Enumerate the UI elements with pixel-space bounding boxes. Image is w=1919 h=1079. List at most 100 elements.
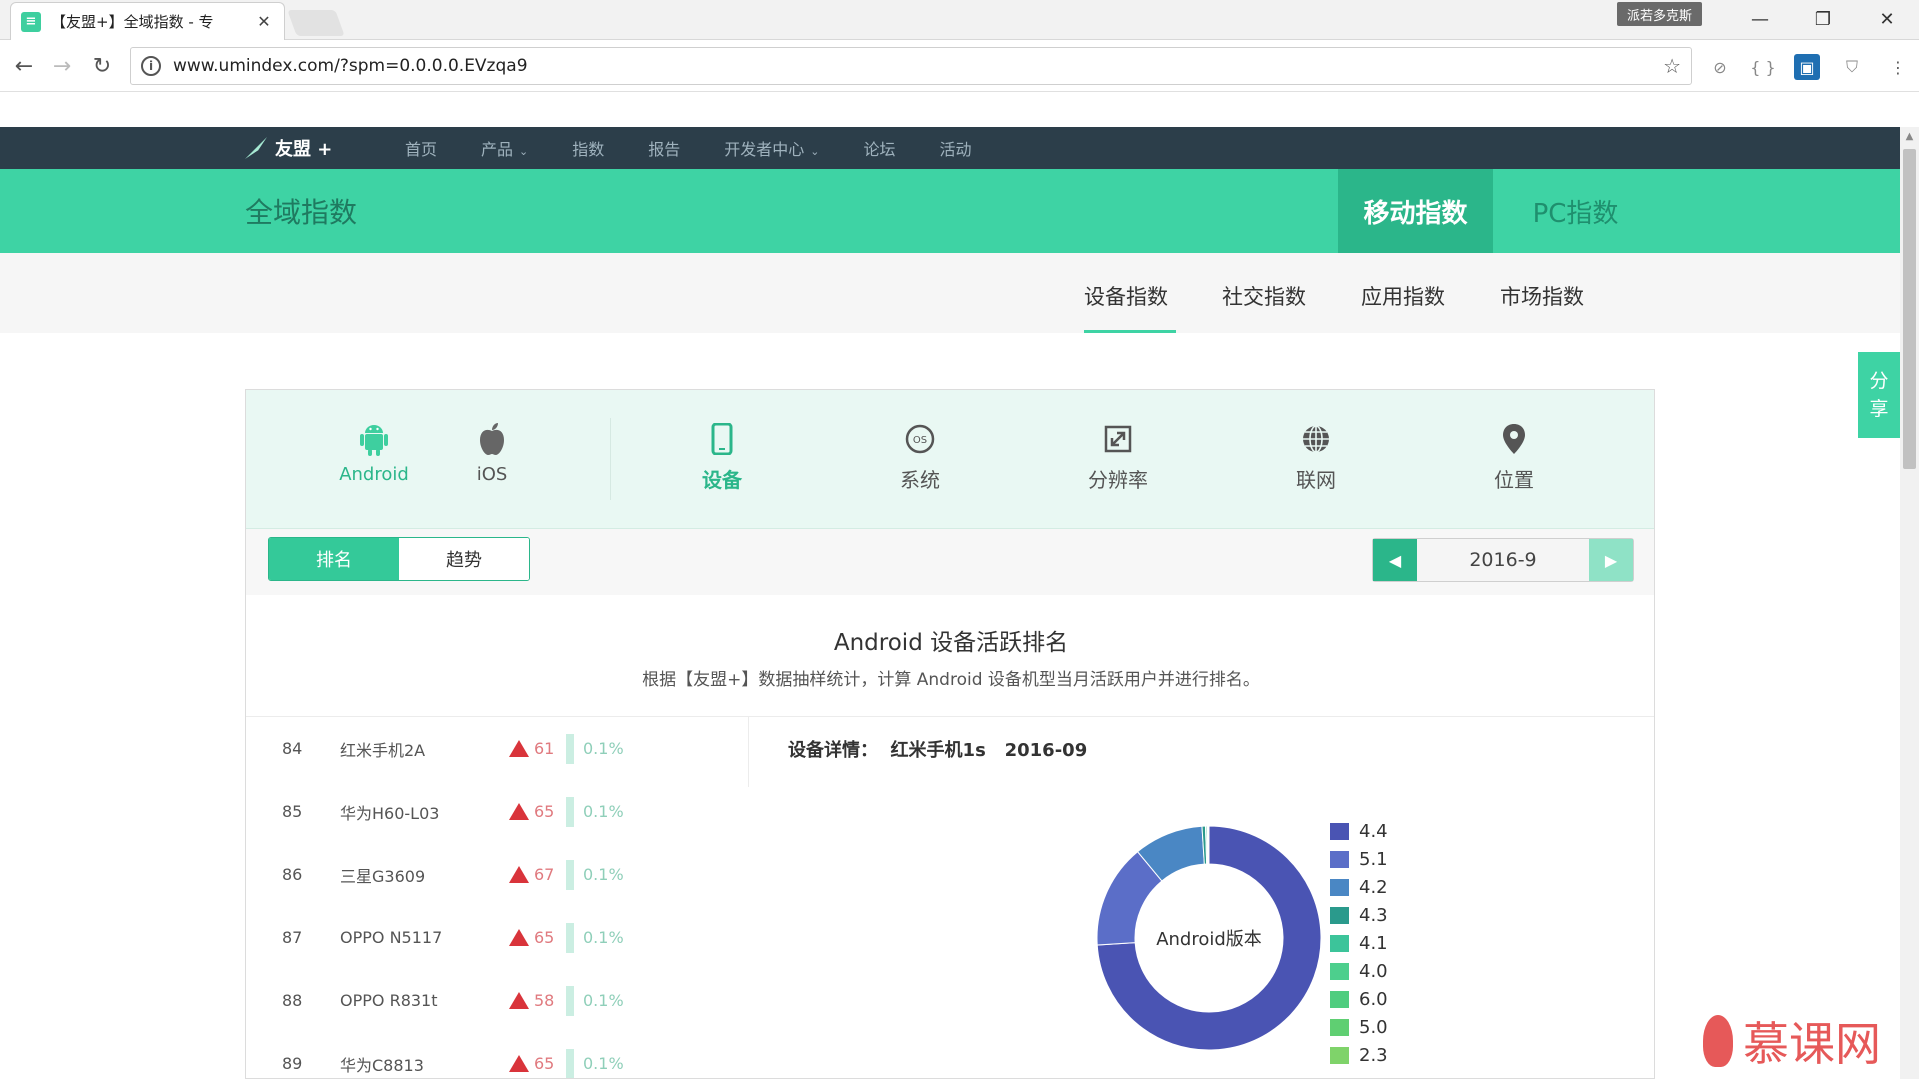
address-bar[interactable]: i www.umindex.com/?spm=0.0.0.0.EVzqa9 ☆ bbox=[130, 47, 1692, 85]
page-top-gap bbox=[0, 92, 1919, 128]
table-row[interactable]: 89 华为C8813 65 0.1% bbox=[246, 1032, 746, 1078]
nav-item-home[interactable]: 首页 bbox=[405, 136, 437, 160]
platform-android[interactable]: Android bbox=[334, 420, 414, 485]
month-value[interactable]: 2016-9 bbox=[1417, 539, 1589, 581]
legend-item[interactable]: 4.1 bbox=[1330, 929, 1388, 957]
url-text: www.umindex.com/?spm=0.0.0.0.EVzqa9 bbox=[173, 56, 528, 76]
legend-item[interactable]: 4.4 bbox=[1330, 817, 1388, 845]
rank-change: 58 bbox=[534, 991, 555, 1010]
favicon-icon: ≡ bbox=[21, 11, 41, 32]
ranking-description: 根据【友盟+】数据抽样统计，计算 Android 设备机型当月活跃用户并进行排名… bbox=[642, 670, 1260, 690]
nav-item-developer[interactable]: 开发者中心 ⌄ bbox=[724, 136, 819, 160]
rank-up-icon bbox=[509, 740, 529, 757]
trend-button[interactable]: 趋势 bbox=[399, 538, 529, 580]
bookmark-star-icon[interactable]: ☆ bbox=[1663, 54, 1681, 78]
device-name: OPPO R831t bbox=[340, 991, 438, 1010]
browser-tabbar: ≡ 【友盟+】全域指数 - 专 ✕ 派若多克斯 — ❐ ✕ bbox=[0, 0, 1919, 40]
extension-2-icon[interactable]: ▣ bbox=[1794, 54, 1820, 80]
rank-number: 84 bbox=[282, 739, 303, 758]
resize-icon bbox=[1063, 420, 1173, 458]
table-row[interactable]: 87 OPPO N5117 65 0.1% bbox=[246, 906, 746, 969]
logo-text: 友盟 + bbox=[275, 139, 333, 160]
nav-item-index[interactable]: 指数 bbox=[572, 136, 604, 160]
restore-icon[interactable]: ❐ bbox=[1800, 4, 1846, 34]
legend-item[interactable]: 4.0 bbox=[1330, 957, 1388, 985]
platform-ios[interactable]: iOS bbox=[452, 420, 532, 485]
android-version-donut[interactable]: Android版本 bbox=[1091, 820, 1327, 1056]
device-name: OPPO N5117 bbox=[340, 928, 443, 947]
legend-item[interactable]: 4.2 bbox=[1330, 873, 1388, 901]
category-resolution[interactable]: 分辨率 bbox=[1063, 420, 1173, 493]
user-badge[interactable]: 派若多克斯 bbox=[1617, 2, 1703, 26]
table-row[interactable]: 84 红米手机2A 61 0.1% bbox=[246, 717, 746, 780]
site-logo[interactable]: 友盟 + bbox=[245, 135, 332, 161]
legend-item[interactable]: 5.1 bbox=[1330, 845, 1388, 873]
watermark-logo: 慕课网 bbox=[1703, 1008, 1881, 1074]
share-bar bbox=[566, 859, 574, 890]
tab-social-index[interactable]: 社交指数 bbox=[1222, 281, 1306, 311]
new-tab-button[interactable] bbox=[287, 10, 345, 36]
share-label: 享 bbox=[1869, 398, 1889, 420]
legend-item[interactable]: 4.3 bbox=[1330, 901, 1388, 929]
share-button[interactable]: 分 享 bbox=[1858, 352, 1900, 438]
legend-swatch bbox=[1330, 822, 1349, 840]
table-row[interactable]: 88 OPPO R831t 58 0.1% bbox=[246, 969, 746, 1032]
view-toggle: 排名 趋势 bbox=[268, 537, 530, 581]
minimize-icon[interactable]: — bbox=[1737, 4, 1783, 34]
tab-title: 【友盟+】全域指数 - 专 bbox=[51, 13, 214, 31]
rank-number: 88 bbox=[282, 991, 303, 1010]
nav-item-product[interactable]: 产品 ⌄ bbox=[481, 136, 528, 160]
logo-leaf-icon bbox=[245, 137, 267, 159]
previous-month-icon[interactable]: ◀ bbox=[1373, 539, 1417, 581]
android-icon bbox=[334, 420, 414, 458]
close-window-icon[interactable]: ✕ bbox=[1864, 4, 1910, 34]
page-scrollbar[interactable]: ▲ bbox=[1900, 127, 1919, 1079]
tab-app-index[interactable]: 应用指数 bbox=[1361, 281, 1445, 311]
legend-label: 2.3 bbox=[1359, 1044, 1388, 1066]
back-icon[interactable]: ← bbox=[8, 50, 40, 82]
scroll-up-icon[interactable]: ▲ bbox=[1900, 127, 1919, 145]
svg-text:OS: OS bbox=[913, 435, 927, 446]
site-nav-menu: 首页 产品 ⌄ 指数 报告 开发者中心 ⌄ 论坛 活动 bbox=[405, 127, 1016, 169]
tab-market-index[interactable]: 市场指数 bbox=[1500, 281, 1584, 311]
tab-mobile-index[interactable]: 移动指数 bbox=[1338, 169, 1493, 253]
chart-legend: 4.4 5.1 4.2 4.3 4.1 4.0 6.0 5.0 2.3 bbox=[1330, 817, 1388, 1069]
category-divider bbox=[610, 418, 611, 500]
legend-label: 4.4 bbox=[1359, 820, 1388, 842]
nav-item-report[interactable]: 报告 bbox=[648, 136, 680, 160]
detail-device: 红米手机1s bbox=[890, 740, 986, 761]
extension-shield-icon[interactable]: ⛉ bbox=[1839, 54, 1865, 80]
table-row[interactable]: 86 三星G3609 67 0.1% bbox=[246, 843, 746, 906]
nav-item-activity[interactable]: 活动 bbox=[940, 136, 972, 160]
browser-tab[interactable]: ≡ 【友盟+】全域指数 - 专 ✕ bbox=[10, 2, 285, 40]
next-month-icon[interactable]: ▶ bbox=[1589, 539, 1633, 581]
category-location[interactable]: 位置 bbox=[1459, 420, 1569, 493]
category-device[interactable]: 设备 bbox=[667, 420, 777, 493]
info-icon[interactable]: i bbox=[141, 56, 161, 76]
donut-center-label: Android版本 bbox=[1156, 929, 1262, 950]
browser-toolbar: ← → ↻ i www.umindex.com/?spm=0.0.0.0.EVz… bbox=[0, 40, 1919, 92]
active-tab-indicator bbox=[1084, 330, 1176, 333]
nav-item-forum[interactable]: 论坛 bbox=[864, 136, 896, 160]
tab-device-index[interactable]: 设备指数 bbox=[1084, 281, 1168, 311]
legend-item[interactable]: 2.3 bbox=[1330, 1041, 1388, 1069]
extension-braces-icon[interactable]: { } bbox=[1750, 54, 1776, 80]
rank-button[interactable]: 排名 bbox=[269, 538, 399, 580]
scroll-thumb[interactable] bbox=[1903, 149, 1916, 469]
tab-pc-index[interactable]: PC指数 bbox=[1493, 169, 1658, 253]
forward-icon[interactable]: → bbox=[46, 50, 78, 82]
legend-swatch bbox=[1330, 1046, 1349, 1064]
detail-date: 2016-09 bbox=[1004, 740, 1088, 761]
menu-icon[interactable]: ⋮ bbox=[1885, 54, 1911, 80]
reload-icon[interactable]: ↻ bbox=[86, 50, 118, 82]
table-row[interactable]: 85 华为H60-L03 65 0.1% bbox=[246, 780, 746, 843]
extension-1-icon[interactable]: ⊘ bbox=[1707, 54, 1733, 80]
category-system[interactable]: OS 系统 bbox=[865, 420, 975, 493]
device-name: 三星G3609 bbox=[340, 866, 426, 886]
tab-close-icon[interactable]: ✕ bbox=[254, 12, 274, 31]
category-network[interactable]: 联网 bbox=[1261, 420, 1371, 493]
legend-item[interactable]: 6.0 bbox=[1330, 985, 1388, 1013]
rank-change: 65 bbox=[534, 802, 555, 821]
legend-label: 5.0 bbox=[1359, 1016, 1388, 1038]
legend-item[interactable]: 5.0 bbox=[1330, 1013, 1388, 1041]
